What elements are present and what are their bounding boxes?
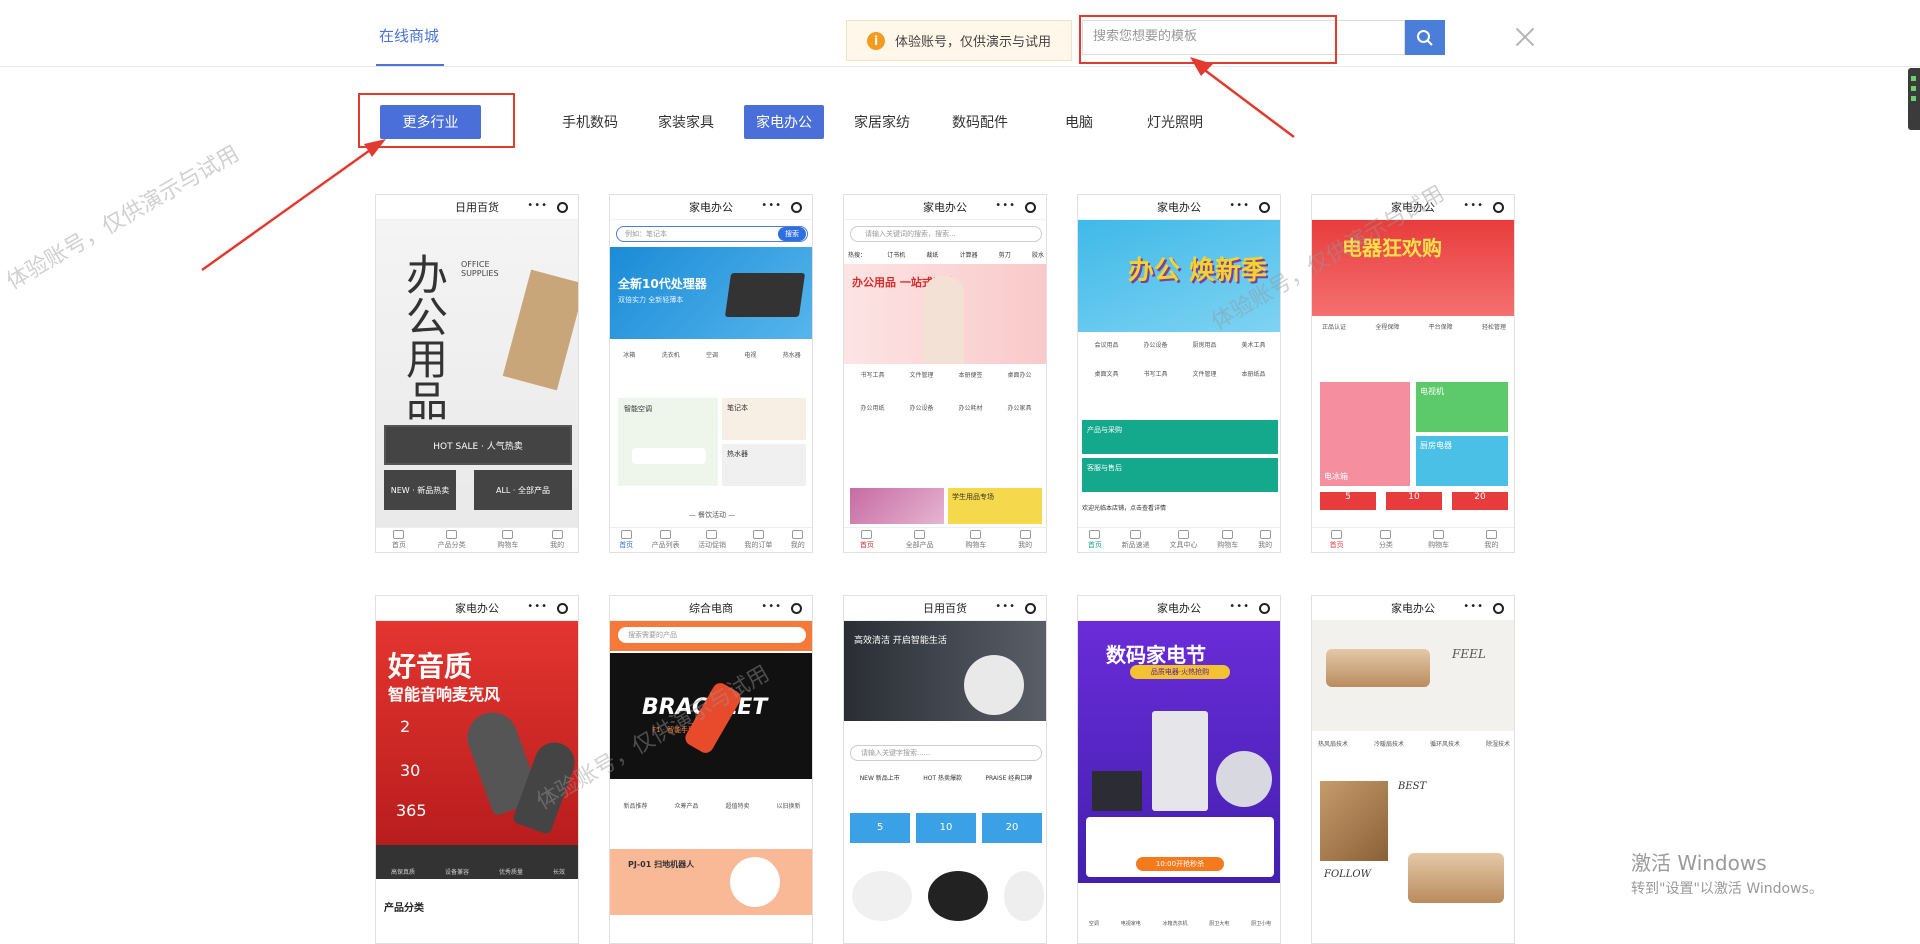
search-box	[1082, 20, 1405, 55]
card-header: 家电办公 •••	[376, 596, 578, 621]
card-title: 家电办公	[1157, 602, 1201, 615]
card-preview: 办公 焕新季 会议用品 办公设备 厨房用品 美术工具 桌面文具 书写工具 文件管理 本册纸品…	[1078, 220, 1280, 529]
card-preview: FEEL 热风扇技术 冷暖扇技术 循环风技术 除湿技术 BEST FOLLOW	[1312, 621, 1514, 930]
card-header: 家电办公 •••	[844, 195, 1046, 220]
card-header: 家电办公 •••	[610, 195, 812, 220]
card-banner-sub: OFFICE SUPPLIES	[461, 260, 499, 278]
card-preview: 例如：笔记本 搜索 全新10代处理器 双倍实力 全新轻薄本 冰箱 洗衣机 空调 电视热…	[610, 220, 812, 529]
card-header: 综合电商 •••	[610, 596, 812, 621]
card-header: 家电办公 •••	[1312, 596, 1514, 621]
search-input[interactable]	[1093, 29, 1333, 44]
card-preview: 数码家电节 品质电器·火热抢购 10:00开抢秒杀 空调 电视家电 冰箱洗衣机 厨卫大…	[1078, 621, 1280, 931]
trial-notice-text: 体验账号，仅供演示与试用	[895, 35, 1052, 50]
category-phone-digital[interactable]: 手机数码	[555, 105, 625, 139]
card-title: 家电办公	[1391, 602, 1435, 615]
card-header: 家电办公 •••	[1312, 195, 1514, 220]
template-card-3[interactable]: 家电办公 ••• 请输入关键词的搜索，搜索... 热搜： 订书机 裁纸 计算器 剪刀 胶水…	[843, 194, 1047, 553]
template-card-10[interactable]: 家电办公 ••• FEEL 热风扇技术 冷暖扇技术 循环风技术 除湿技术 BEST F…	[1311, 595, 1515, 944]
card-banner: 办公用品 一站式采购	[844, 264, 1046, 364]
close-icon[interactable]	[1512, 24, 1538, 50]
card-title: 家电办公	[923, 201, 967, 214]
trial-notice: i 体验账号，仅供演示与试用	[846, 20, 1072, 61]
category-appliance-office[interactable]: 家电办公	[744, 105, 824, 139]
card-preview: 搜索需要的产品 BRACELET F1 · 智能手环 新品推荐众筹产品超值特卖以…	[610, 621, 812, 930]
card-icon-row: 冰箱 洗衣机 空调 电视 热水器	[623, 352, 801, 359]
template-card-1[interactable]: 日用百货 ••• 办公用品 OFFICE SUPPLIES HOT SALE ·…	[375, 194, 579, 553]
page: 在线商城 i 体验账号，仅供演示与试用 更多行业 手机数码 家装家具 家电办公 …	[0, 0, 1920, 944]
category-computer[interactable]: 电脑	[1057, 105, 1101, 139]
card-title: 家电办公	[1157, 201, 1201, 214]
more-industries-button[interactable]: 更多行业	[380, 105, 481, 139]
card-new: NEW · 新品热卖	[384, 470, 456, 510]
template-card-2[interactable]: 家电办公 ••• 例如：笔记本 搜索 全新10代处理器 双倍实力 全新轻薄本 冰…	[609, 194, 813, 553]
tab-underline	[376, 64, 444, 66]
card-tabbar: 首页 产品分类 购物车 我的	[376, 527, 578, 552]
card-banner-text: 办公用品	[406, 251, 449, 426]
top-bar: 在线商城 i 体验账号，仅供演示与试用	[0, 0, 1920, 67]
category-home-furniture[interactable]: 家装家具	[651, 105, 721, 139]
info-icon: i	[867, 31, 885, 50]
card-tabbar: 首页 分类 购物车 我的	[1312, 527, 1514, 552]
card-title: 家电办公	[689, 201, 733, 214]
search-icon	[1417, 29, 1433, 46]
card-tabbar: 首页 产品列表 活动促销 我的订单 我的	[610, 527, 812, 552]
card-preview: 电器狂欢购 正品认证 全程保障 平台保障 轻松管理 电冰箱 电视机 厨房电器 5 10…	[1312, 220, 1514, 529]
category-digital-accessories[interactable]: 数码配件	[945, 105, 1015, 139]
category-lighting[interactable]: 灯光照明	[1140, 105, 1210, 139]
card-title: 日用百货	[455, 201, 499, 214]
card-preview: 办公用品 OFFICE SUPPLIES HOT SALE · 人气热卖 NEW…	[376, 220, 578, 529]
template-card-6[interactable]: 家电办公 ••• 好音质 智能音响麦克风 2 30 365 高保真质 设备兼容 优秀…	[375, 595, 579, 944]
card-header: 家电办公 •••	[1078, 195, 1280, 220]
windows-activation-title: 激活 Windows	[1631, 851, 1767, 875]
template-card-9[interactable]: 家电办公 ••• 数码家电节 品质电器·火热抢购 10:00开抢秒杀 空调 电视家…	[1077, 595, 1281, 944]
template-card-4[interactable]: 家电办公 ••• 办公 焕新季 会议用品 办公设备 厨房用品 美术工具 桌面文具 书写工…	[1077, 194, 1281, 553]
card-preview: 请输入关键词的搜索，搜索... 热搜： 订书机 裁纸 计算器 剪刀 胶水 办公用品 一站式…	[844, 220, 1046, 529]
windows-activation-hint: 转到"设置"以激活 Windows。	[1631, 881, 1823, 897]
card-preview: 好音质 智能音响麦克风 2 30 365 高保真质 设备兼容 优秀质量 长效 产品分类	[376, 621, 578, 930]
card-tabbar: 首页 新品速递 文具中心 购物车 我的	[1078, 527, 1280, 552]
card-title: 家电办公	[1391, 201, 1435, 214]
side-widget[interactable]	[1908, 68, 1920, 130]
card-title: 家电办公	[455, 602, 499, 615]
template-card-5[interactable]: 家电办公 ••• 电器狂欢购 正品认证 全程保障 平台保障 轻松管理 电冰箱 电视机 …	[1311, 194, 1515, 553]
card-banner: 全新10代处理器 双倍实力 全新轻薄本	[610, 247, 812, 339]
card-preview: 高效清洁 开启智能生活 请输入关键字搜索...... NEW 新品上市 HOT 热…	[844, 621, 1046, 930]
card-tabbar: 首页 全部产品 购物车 我的	[844, 527, 1046, 552]
card-header: 日用百货 •••	[844, 596, 1046, 621]
card-header: 家电办公 •••	[1078, 596, 1280, 621]
template-card-7[interactable]: 综合电商 ••• 搜索需要的产品 BRACELET F1 · 智能手环 新品推荐…	[609, 595, 813, 944]
windows-activation-notice: 激活 Windows 转到"设置"以激活 Windows。	[1631, 847, 1823, 898]
template-card-8[interactable]: 日用百货 ••• 高效清洁 开启智能生活 请输入关键字搜索...... NEW …	[843, 595, 1047, 944]
card-all: ALL · 全部产品	[474, 470, 572, 510]
search-button[interactable]	[1405, 20, 1445, 55]
card-title: 综合电商	[689, 602, 733, 615]
card-hot-sale: HOT SALE · 人气热卖	[384, 425, 572, 465]
watermark: 体验账号，仅供演示与试用	[2, 141, 244, 295]
card-header: 日用百货 •••	[376, 195, 578, 220]
tab-online-mall[interactable]: 在线商城	[379, 25, 439, 46]
category-home-textile[interactable]: 家居家纺	[847, 105, 917, 139]
card-title: 日用百货	[923, 602, 967, 615]
